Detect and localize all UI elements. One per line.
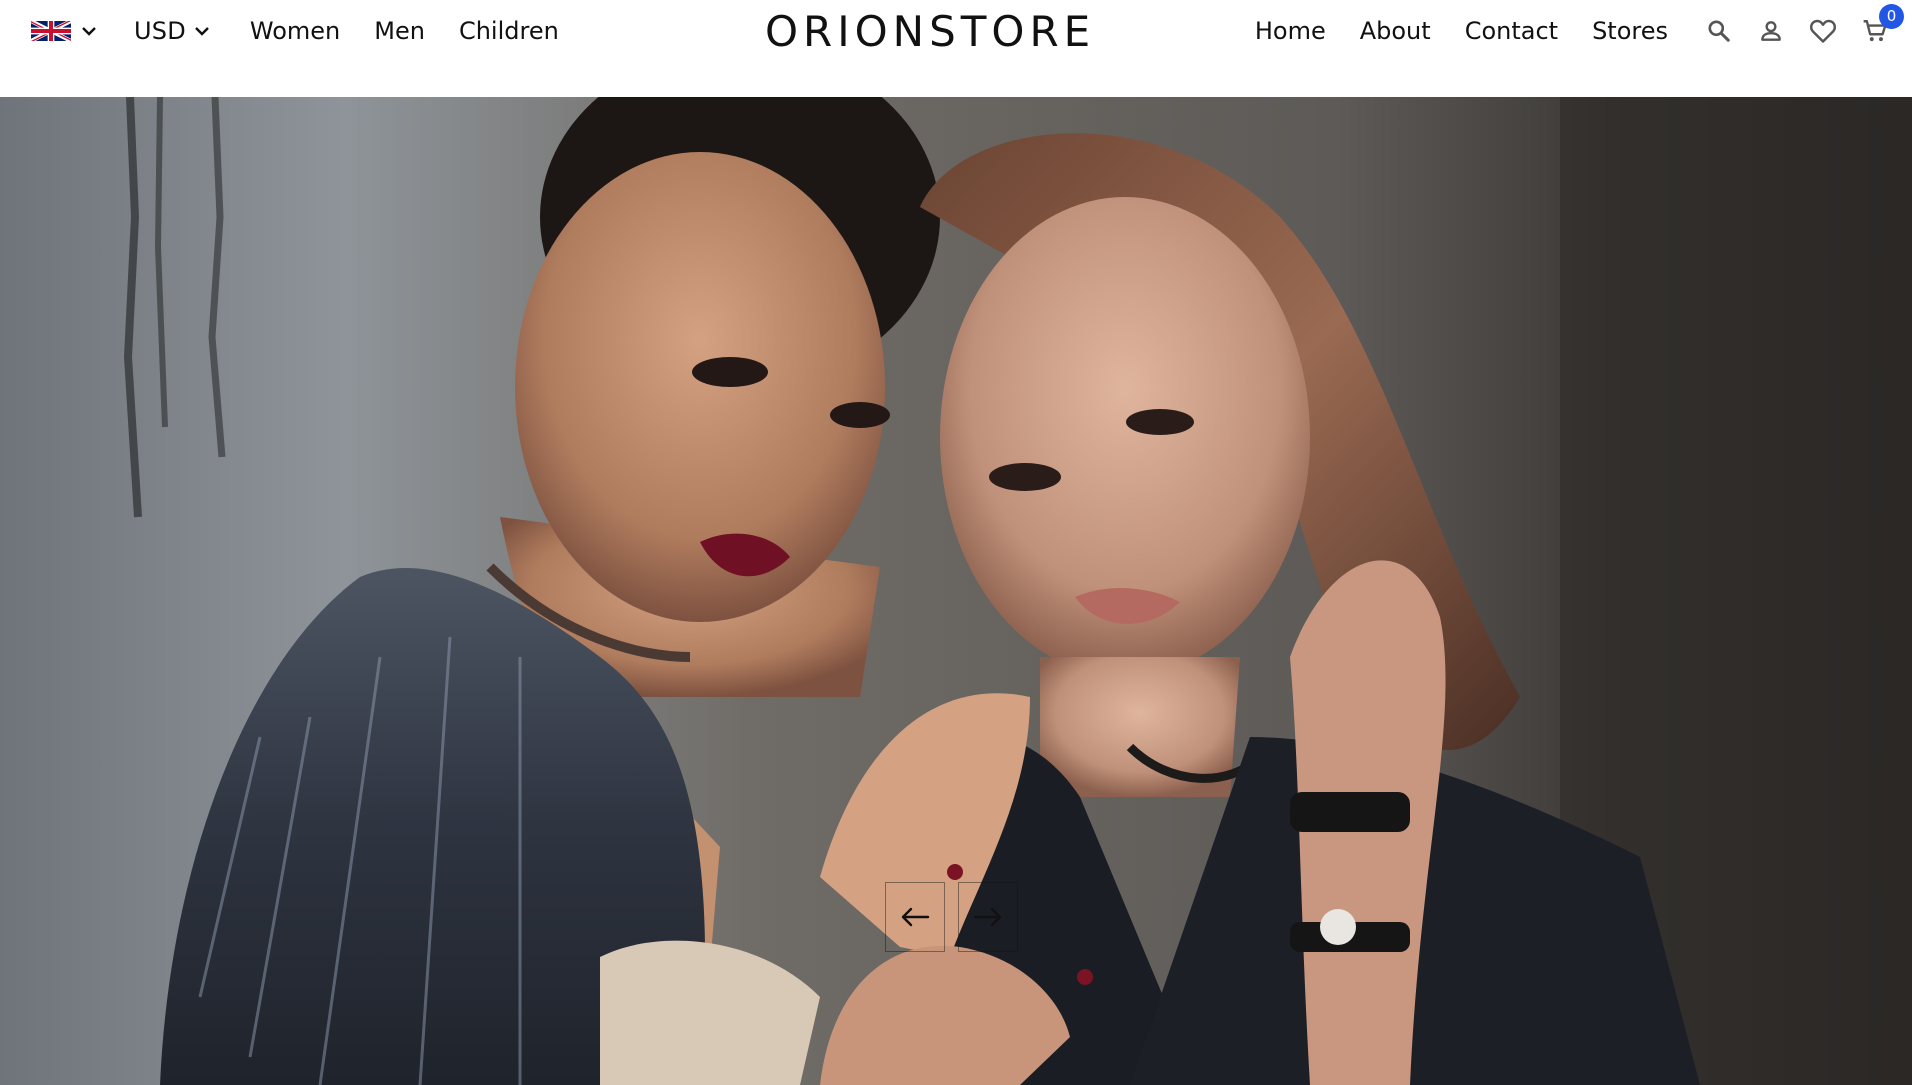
header-left: USD Women Men Children [31, 0, 593, 62]
chevron-down-icon [195, 27, 209, 36]
nav-link-stores[interactable]: Stores [1592, 17, 1668, 45]
arrow-left-icon [901, 907, 930, 927]
wishlist-button[interactable] [1808, 16, 1838, 46]
nav-link-about[interactable]: About [1360, 17, 1431, 45]
currency-label: USD [134, 17, 186, 45]
search-icon [1708, 20, 1730, 42]
nav-link-men[interactable]: Men [374, 17, 425, 45]
cart-count-badge: 0 [1879, 4, 1904, 29]
header-right: Home About Contact Stores 0 [1255, 0, 1904, 62]
nav-link-women[interactable]: Women [250, 17, 340, 45]
uk-flag-icon [31, 19, 71, 43]
slider-prev-button[interactable] [885, 882, 945, 952]
cart-button[interactable]: 0 [1860, 4, 1904, 46]
slider-next-button[interactable] [958, 882, 1018, 952]
account-icon [1761, 21, 1781, 41]
chevron-down-icon [82, 27, 96, 36]
site-logo[interactable]: ORIONSTORE [765, 7, 1095, 57]
nav-link-contact[interactable]: Contact [1465, 17, 1558, 45]
hero-banner [0, 97, 1912, 1085]
account-button[interactable] [1756, 16, 1786, 46]
nav-link-children[interactable]: Children [459, 17, 559, 45]
site-header: USD Women Men Children ORIONSTORE Home A… [0, 0, 1912, 97]
header-icons: 0 [1704, 4, 1904, 46]
currency-selector[interactable]: USD [134, 17, 210, 45]
language-selector[interactable] [31, 18, 97, 44]
search-button[interactable] [1704, 16, 1734, 46]
slider-controls [885, 882, 1031, 952]
arrow-right-icon [973, 907, 1002, 927]
nav-link-home[interactable]: Home [1255, 17, 1326, 45]
wishlist-icon [1810, 19, 1836, 43]
